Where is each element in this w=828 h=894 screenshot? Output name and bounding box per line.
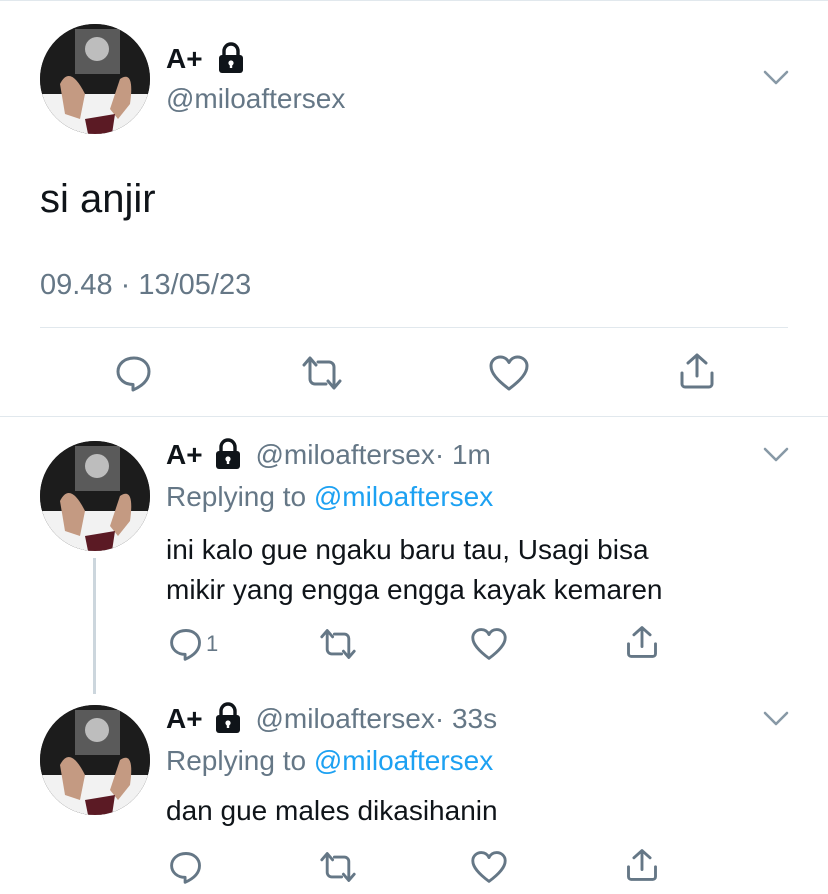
share-icon[interactable] — [677, 351, 717, 391]
avatar[interactable] — [40, 705, 150, 815]
retweet-icon[interactable] — [318, 626, 358, 662]
tweet-text: si anjir — [40, 177, 156, 221]
replying-to: Replying to @miloaftersex — [166, 744, 493, 778]
replying-to: Replying to @miloaftersex — [166, 480, 493, 514]
replying-to-label: Replying to — [166, 481, 307, 512]
reply-count: 1 — [206, 631, 219, 656]
reply-text-line: mikir yang engga engga kayak kemaren — [166, 574, 663, 605]
chevron-down-icon[interactable] — [763, 445, 789, 465]
reply-icon[interactable] — [168, 849, 204, 885]
chevron-down-icon[interactable] — [763, 709, 789, 729]
replying-to-label: Replying to — [166, 745, 307, 776]
lock-icon — [213, 702, 243, 739]
reply-icon[interactable] — [114, 353, 154, 393]
display-name[interactable]: A+ — [166, 703, 203, 734]
like-icon[interactable] — [488, 353, 530, 393]
reply-time: · 33s — [434, 703, 498, 734]
replying-to-handle-link[interactable]: @miloaftersex — [314, 745, 493, 776]
reply-text-line: dan gue males dikasihanin — [166, 795, 498, 826]
replying-to-handle-link[interactable]: @miloaftersex — [314, 481, 493, 512]
reply-header: A+ @miloaftersex· 33s — [166, 702, 497, 736]
avatar[interactable] — [40, 24, 150, 134]
user-handle[interactable]: @miloaftersex — [166, 82, 345, 116]
divider — [40, 327, 788, 328]
reply-time: · 1m — [434, 439, 491, 470]
retweet-icon[interactable] — [318, 849, 358, 885]
user-handle[interactable]: @miloaftersex — [255, 703, 434, 734]
display-name[interactable]: A+ — [166, 42, 203, 76]
reply-header: A+ @miloaftersex· 1m — [166, 438, 491, 472]
thread-line — [93, 558, 96, 694]
retweet-icon[interactable] — [300, 353, 344, 393]
section-divider — [0, 416, 828, 417]
lock-icon — [213, 438, 243, 475]
lock-icon — [216, 42, 246, 79]
share-icon[interactable] — [624, 624, 660, 660]
like-icon[interactable] — [470, 849, 508, 885]
user-handle[interactable]: @miloaftersex — [255, 439, 434, 470]
like-icon[interactable] — [470, 626, 508, 662]
reply-icon[interactable] — [168, 626, 204, 662]
share-icon[interactable] — [624, 847, 660, 883]
chevron-down-icon[interactable] — [763, 68, 789, 88]
tweet-timestamp: 09.48 · 13/05/23 — [40, 269, 252, 301]
top-border — [0, 0, 828, 1]
reply-text-line: ini kalo gue ngaku baru tau, Usagi bisa — [166, 534, 649, 565]
display-name[interactable]: A+ — [166, 439, 203, 470]
avatar[interactable] — [40, 441, 150, 551]
